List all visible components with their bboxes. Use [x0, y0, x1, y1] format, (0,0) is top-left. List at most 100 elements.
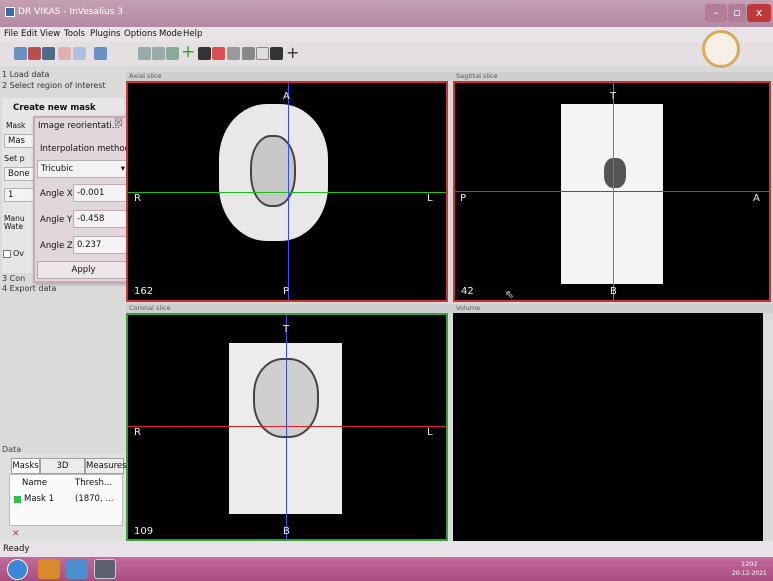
slice-icon[interactable]: [270, 47, 283, 60]
angle-y-label: Angle Y: [40, 215, 73, 225]
import-icon[interactable]: [14, 47, 27, 60]
open-icon[interactable]: [28, 47, 41, 60]
create-mask-title: Create new mask: [13, 103, 96, 113]
tab-3d-surfaces[interactable]: 3D surfaces: [40, 458, 85, 486]
nptel-logo: [702, 30, 740, 68]
menu-plugins[interactable]: Plugins: [90, 29, 120, 39]
coronal-slice-number: 109: [134, 526, 154, 537]
mask-row-name[interactable]: Mask 1: [24, 494, 54, 504]
crosshair-icon[interactable]: +: [181, 44, 195, 61]
delete-mask-icon[interactable]: ✕: [12, 529, 20, 539]
chevron-down-icon: ▾: [120, 164, 125, 174]
sagittal-crosshair-v: [613, 83, 614, 300]
col-thresh[interactable]: Thresh...: [75, 478, 112, 488]
step-select-roi[interactable]: 2 Select region of interest: [2, 81, 124, 91]
coronal-crosshair-v: [286, 315, 287, 539]
minimize-button[interactable]: –: [705, 4, 727, 22]
set-preset-label: Set p: [4, 154, 25, 163]
tab-masks[interactable]: Masks: [11, 458, 40, 474]
menu-edit[interactable]: Edit: [21, 29, 37, 39]
coronal-crosshair-h: [128, 426, 446, 427]
axial-header: Axial slice: [126, 72, 453, 81]
coronal-orient-right: L: [427, 427, 433, 438]
axial-orient-top: A: [283, 91, 290, 102]
axial-slice-number: 162: [134, 286, 154, 297]
dialog-title: Image reorientati...: [38, 121, 120, 131]
measure-icon[interactable]: [212, 47, 225, 60]
interpolation-value: Tricubic: [41, 164, 74, 174]
mask-label: Mask: [6, 121, 26, 130]
sagittal-crosshair-h: [455, 191, 769, 192]
angle-x-input[interactable]: -0.001: [73, 184, 127, 202]
coronal-orient-bottom: B: [283, 526, 290, 537]
layout-icon[interactable]: [94, 47, 107, 60]
step-export-data[interactable]: 4 Export data: [2, 284, 124, 294]
maximize-button[interactable]: ▫: [728, 4, 746, 22]
interpolation-select[interactable]: Tricubic ▾: [37, 160, 130, 178]
volume-view[interactable]: [453, 313, 763, 541]
axial-crosshair-h: [128, 192, 446, 193]
interpolation-label: Interpolation method:: [40, 144, 133, 154]
coronal-header: Coronal slice: [126, 304, 453, 313]
clock-time: 1202: [741, 560, 758, 568]
data-header: Data: [2, 445, 22, 454]
taskbar-invesalius-icon[interactable]: [94, 559, 116, 579]
save-icon[interactable]: [42, 47, 55, 60]
start-button[interactable]: [7, 559, 28, 580]
angle-icon[interactable]: [227, 47, 240, 60]
angle-x-label: Angle X: [40, 189, 73, 199]
mask-color-swatch[interactable]: [14, 496, 21, 503]
menu-help[interactable]: Help: [183, 29, 202, 39]
axial-crosshair-v: [288, 83, 289, 300]
sagittal-slice-number: 42: [461, 286, 474, 297]
apply-button[interactable]: Apply: [37, 261, 130, 279]
close-button[interactable]: x: [747, 4, 771, 22]
volume-side-toolbar: [764, 320, 773, 400]
sagittal-orient-bottom: B: [610, 286, 617, 297]
coronal-orient-top: T: [283, 324, 290, 335]
clock-date: 20-12-2021: [732, 570, 767, 577]
dialog-close-icon[interactable]: ☒: [114, 118, 123, 129]
mask-row-thresh: (1870, ...: [75, 494, 114, 504]
angle-z-label: Angle Z: [40, 241, 73, 251]
sagittal-structure: [604, 158, 626, 188]
sagittal-header: Sagittal slice: [453, 72, 773, 81]
zoom-icon[interactable]: [138, 47, 151, 60]
preset-combo[interactable]: Bone: [4, 167, 34, 181]
window-title: DR VIKAS - InVesalius 3: [18, 7, 123, 17]
overwrite-label: Ov: [13, 249, 25, 258]
tab-measures[interactable]: Measures: [85, 458, 127, 474]
axial-orient-left: R: [134, 193, 141, 204]
menu-tools[interactable]: Tools: [64, 29, 85, 39]
angle-y-input[interactable]: -0.458: [73, 210, 127, 228]
status-text: Ready: [3, 544, 30, 554]
mouse-cursor-icon: ⇖: [505, 288, 515, 301]
menu-file[interactable]: File: [4, 29, 18, 39]
star-icon[interactable]: [256, 47, 269, 60]
window-level-icon[interactable]: [198, 47, 211, 60]
status-bar: [0, 541, 773, 557]
menu-mode[interactable]: Mode: [159, 29, 182, 39]
threshold-field[interactable]: 1: [4, 188, 34, 202]
sagittal-orient-left: P: [460, 193, 467, 204]
menu-view[interactable]: View: [40, 29, 60, 39]
undo-icon[interactable]: [58, 47, 71, 60]
angle-z-input[interactable]: 0.237: [73, 236, 127, 254]
axial-orient-right: L: [427, 193, 433, 204]
step-load-data[interactable]: 1 Load data: [2, 70, 124, 80]
coronal-orient-left: R: [134, 427, 141, 438]
overwrite-checkbox[interactable]: [3, 250, 11, 258]
redo-icon[interactable]: [73, 47, 86, 60]
annotation-icon[interactable]: [242, 47, 255, 60]
taskbar-explorer-icon[interactable]: [66, 559, 88, 579]
zoom-select-icon[interactable]: [152, 47, 165, 60]
add-icon[interactable]: +: [286, 44, 299, 61]
toolbar: [0, 42, 773, 66]
col-name[interactable]: Name: [22, 478, 47, 488]
rotate-icon[interactable]: [166, 47, 179, 60]
sagittal-orient-right: A: [753, 193, 760, 204]
menu-options[interactable]: Options: [124, 29, 157, 39]
water-label: Wate: [4, 222, 24, 231]
taskbar-browser-icon[interactable]: [38, 559, 60, 579]
mask-combo[interactable]: Mas: [4, 134, 34, 148]
